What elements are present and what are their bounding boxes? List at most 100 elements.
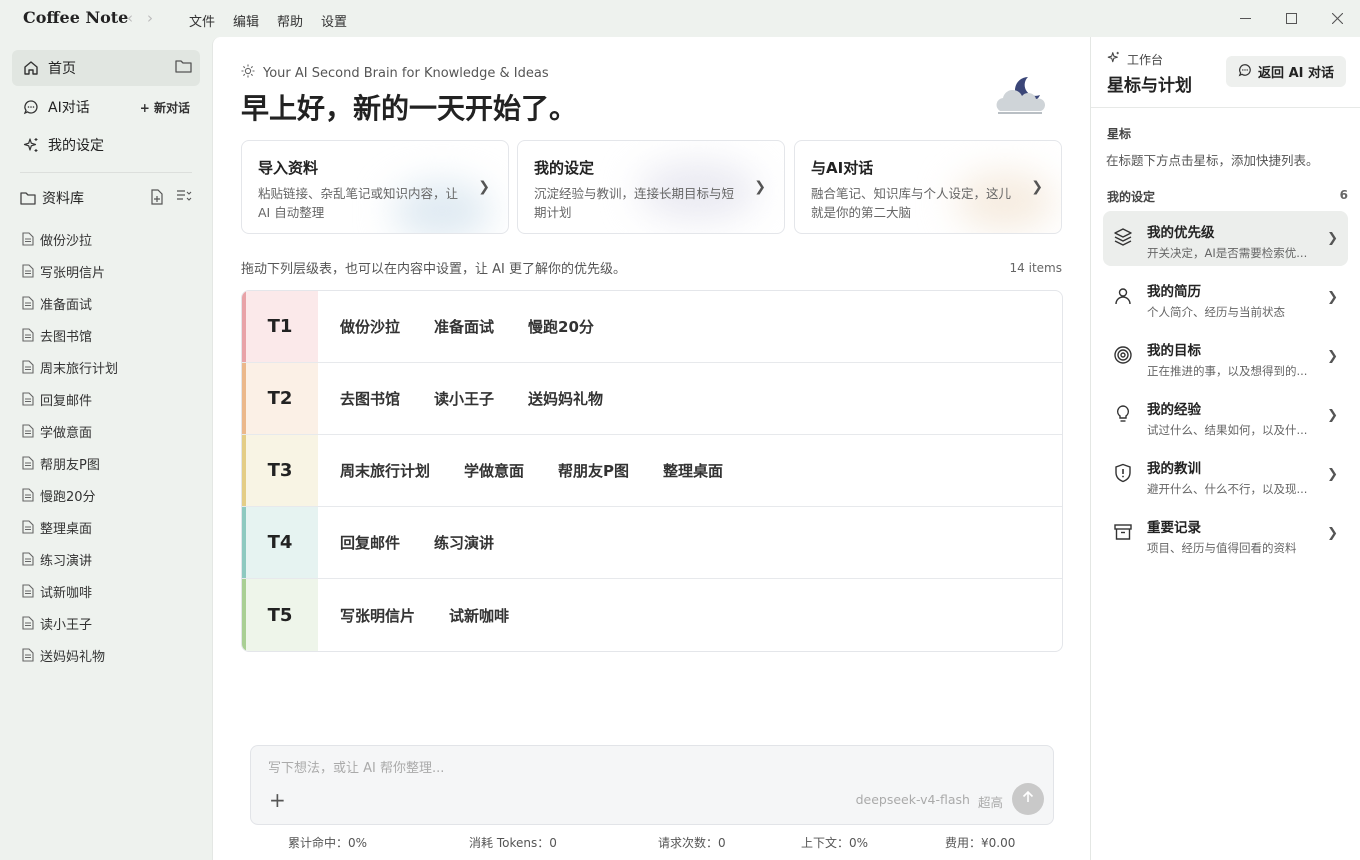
composer-input[interactable]: 写下想法，或让 AI 帮你整理...: [268, 757, 444, 776]
sort-list-icon[interactable]: [176, 189, 192, 209]
card-desc: 融合笔记、知识库与个人设定，这儿就是你的第二大脑: [811, 186, 1012, 220]
doc-label: 学做意面: [40, 425, 93, 441]
tier-item[interactable]: 慢跑20分: [528, 316, 594, 337]
settings-item[interactable]: 重要记录 项目、经历与值得回看的资料 ❯: [1103, 506, 1348, 561]
document-icon: [22, 264, 40, 278]
tier-item[interactable]: 准备面试: [434, 316, 494, 337]
sidebar-item-ai-chat[interactable]: AI对话 + 新对话: [12, 89, 200, 125]
menu-edit[interactable]: 编辑: [233, 11, 259, 30]
tier-item[interactable]: 去图书馆: [340, 388, 400, 409]
sidebar-doc-item[interactable]: 慢跑20分: [22, 479, 118, 511]
doc-label: 帮朋友P图: [40, 457, 100, 473]
document-icon: [22, 360, 40, 374]
sidebar-divider: [20, 172, 192, 173]
chevron-right-icon: ❯: [1327, 290, 1338, 305]
close-icon[interactable]: [1314, 0, 1360, 37]
card-desc: 粘贴链接、杂乱笔记或知识内容，让 AI 自动整理: [258, 186, 459, 220]
settings-item[interactable]: 我的目标 正在推进的事，以及想得到的... ❯: [1103, 329, 1348, 384]
library-actions: [149, 189, 192, 209]
stat-context: 上下文：0%: [801, 836, 869, 850]
tier-label: T1: [242, 291, 318, 362]
settings-item[interactable]: 我的简历 个人简介、经历与当前状态 ❯: [1103, 270, 1348, 325]
tier-item[interactable]: 试新咖啡: [449, 605, 509, 626]
import-card[interactable]: 导入资料 粘贴链接、杂乱笔记或知识内容，让 AI 自动整理 ❯: [241, 140, 509, 234]
forward-arrow-icon[interactable]: ›: [147, 9, 153, 27]
tier-item[interactable]: 读小王子: [434, 388, 494, 409]
doc-label: 读小王子: [40, 617, 93, 633]
tier-items: 写张明信片 试新咖啡: [318, 605, 509, 626]
window-controls: [1222, 0, 1360, 37]
user-icon: [1113, 286, 1133, 310]
model-name[interactable]: deepseek-v4-flash: [856, 792, 970, 811]
document-icon: [22, 232, 40, 246]
minimize-icon[interactable]: [1222, 0, 1268, 37]
tier-color-bar: [242, 507, 246, 578]
item-count: 14 items: [1009, 261, 1062, 275]
sidebar-doc-item[interactable]: 回复邮件: [22, 383, 118, 415]
tier-item[interactable]: 帮朋友P图: [558, 460, 629, 481]
back-to-chat-button[interactable]: 返回 AI 对话: [1226, 56, 1346, 87]
settings-item[interactable]: 我的优先级 开关决定，AI是否需要检索优... ❯: [1103, 211, 1348, 266]
arrow-up-icon: [1021, 790, 1035, 808]
plus-icon[interactable]: +: [269, 788, 286, 812]
sidebar-doc-item[interactable]: 读小王子: [22, 607, 118, 639]
tier-row[interactable]: T1 做份沙拉 准备面试 慢跑20分: [242, 291, 1062, 363]
settings-card[interactable]: 我的设定 沉淀经验与教训，连接长期目标与短期计划 ❯: [517, 140, 785, 234]
tier-item[interactable]: 写张明信片: [340, 605, 415, 626]
reasoning-level[interactable]: 超高: [978, 792, 1003, 811]
document-icon: [22, 296, 40, 310]
folder-icon: [20, 191, 36, 205]
tier-item[interactable]: 送妈妈礼物: [528, 388, 603, 409]
menu-file[interactable]: 文件: [189, 11, 215, 30]
right-panel: 工作台 星标与计划 返回 AI 对话 星标 在标题下方点击星标，添加快捷列表。 …: [1090, 37, 1360, 860]
tier-row[interactable]: T2 去图书馆 读小王子 送妈妈礼物: [242, 363, 1062, 435]
sidebar-doc-item[interactable]: 写张明信片: [22, 255, 118, 287]
new-chat-button[interactable]: + 新对话: [140, 99, 190, 116]
tier-item[interactable]: 做份沙拉: [340, 316, 400, 337]
sidebar-doc-item[interactable]: 练习演讲: [22, 543, 118, 575]
new-document-icon[interactable]: [149, 189, 164, 209]
tier-row[interactable]: T5 写张明信片 试新咖啡: [242, 579, 1062, 651]
chevron-right-icon: ❯: [1327, 526, 1338, 541]
tier-color-bar: [242, 363, 246, 434]
tier-color-bar: [242, 579, 246, 651]
tier-item[interactable]: 整理桌面: [663, 460, 723, 481]
model-selector[interactable]: deepseek-v4-flash 超高: [856, 792, 1003, 811]
tier-item[interactable]: 周末旅行计划: [340, 460, 430, 481]
document-icon: [22, 424, 40, 438]
sidebar-doc-item[interactable]: 周末旅行计划: [22, 351, 118, 383]
tier-item[interactable]: 学做意面: [464, 460, 524, 481]
menu-settings[interactable]: 设置: [321, 11, 347, 30]
panel-title: 星标与计划: [1107, 76, 1192, 96]
maximize-icon[interactable]: [1268, 0, 1314, 37]
sidebar-doc-item[interactable]: 学做意面: [22, 415, 118, 447]
sidebar-doc-item[interactable]: 整理桌面: [22, 511, 118, 543]
folder-icon[interactable]: [175, 59, 192, 78]
stat-requests: 请求次数：0: [658, 836, 726, 850]
menu-bar: 文件 编辑 帮助 设置: [189, 11, 347, 30]
sidebar-doc-item[interactable]: 送妈妈礼物: [22, 639, 118, 671]
back-button-label: 返回 AI 对话: [1258, 66, 1334, 81]
tier-item[interactable]: 回复邮件: [340, 532, 400, 553]
sidebar-item-my-settings[interactable]: 我的设定: [12, 127, 200, 163]
menu-help[interactable]: 帮助: [277, 11, 303, 30]
back-arrow-icon[interactable]: ‹: [127, 9, 133, 27]
tier-row[interactable]: T3 周末旅行计划 学做意面 帮朋友P图 整理桌面: [242, 435, 1062, 507]
send-button[interactable]: [1012, 783, 1044, 815]
settings-item[interactable]: 我的教训 避开什么、什么不行，以及现... ❯: [1103, 447, 1348, 502]
tier-row[interactable]: T4 回复邮件 练习演讲: [242, 507, 1062, 579]
sidebar-doc-item[interactable]: 试新咖啡: [22, 575, 118, 607]
tier-items: 回复邮件 练习演讲: [318, 532, 494, 553]
sidebar-doc-item[interactable]: 去图书馆: [22, 319, 118, 351]
ai-chat-card[interactable]: 与AI对话 融合笔记、知识库与个人设定，这儿就是你的第二大脑 ❯: [794, 140, 1062, 234]
settings-item-title: 我的经验: [1147, 402, 1201, 418]
sidebar-doc-item[interactable]: 准备面试: [22, 287, 118, 319]
document-icon: [22, 488, 40, 502]
tier-item[interactable]: 练习演讲: [434, 532, 494, 553]
sidebar-doc-item[interactable]: 帮朋友P图: [22, 447, 118, 479]
sidebar-doc-item[interactable]: 做份沙拉: [22, 223, 118, 255]
sidebar-item-home[interactable]: 首页: [12, 50, 200, 86]
lightbulb-icon: [1113, 404, 1133, 428]
settings-item[interactable]: 我的经验 试过什么、结果如何，以及什... ❯: [1103, 388, 1348, 443]
app-title: Coffee Note: [23, 8, 129, 27]
